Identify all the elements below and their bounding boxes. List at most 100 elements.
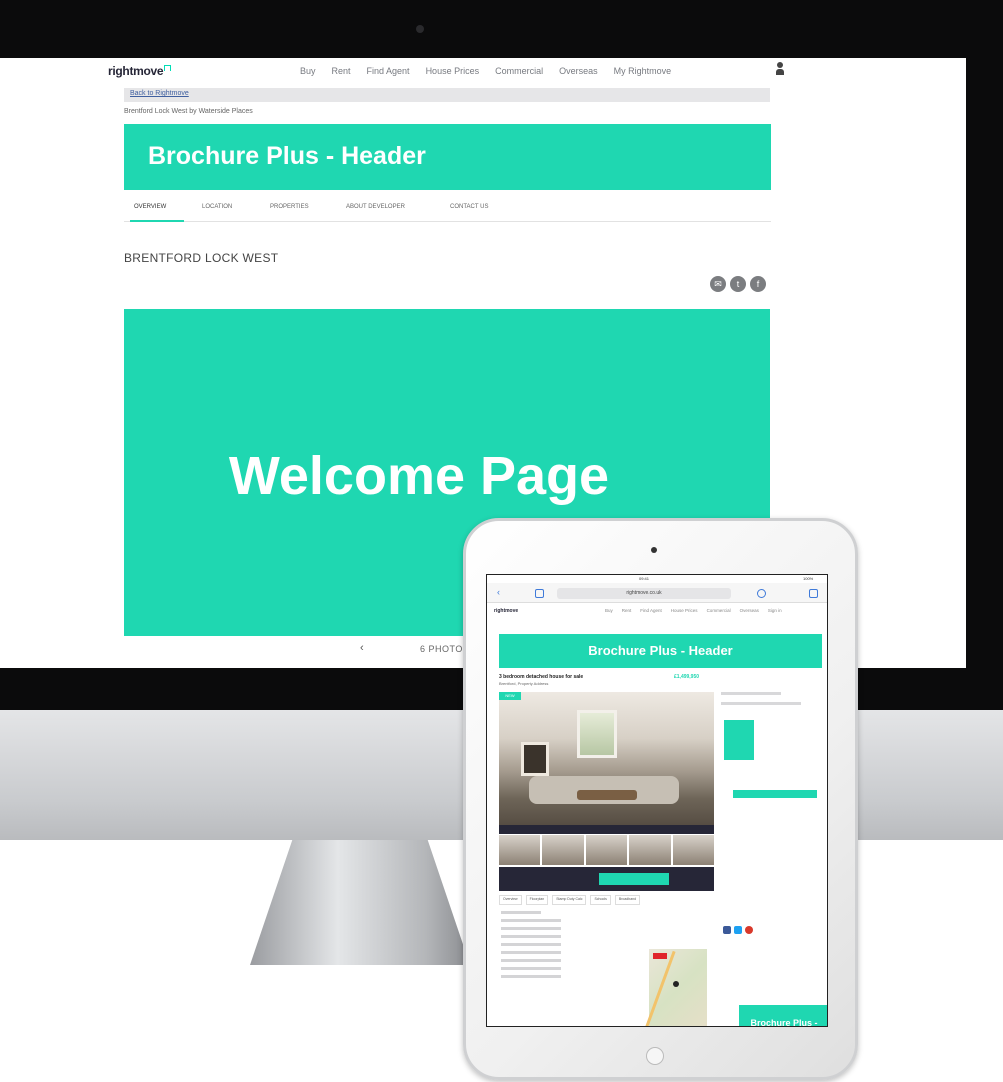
listing-price: £1,499,950 (674, 674, 700, 680)
key-features (501, 911, 641, 1026)
tablet-tab-stamp-duty[interactable]: Stamp Duty Calc (552, 895, 587, 905)
tabs-icon[interactable] (809, 589, 818, 598)
tablet-nav-sign-in[interactable]: Sign in (768, 608, 782, 613)
listing-title: 3 bedroom detached house for sale (499, 674, 584, 680)
thumbnail[interactable] (629, 835, 671, 865)
map-label (653, 953, 667, 959)
tablet-nav-buy[interactable]: Buy (605, 608, 613, 613)
bookmarks-icon[interactable] (535, 589, 544, 598)
cta-bar (499, 867, 714, 891)
facebook-icon[interactable]: f (750, 276, 766, 292)
user-icon[interactable] (776, 62, 784, 76)
tab-location[interactable]: LOCATION (202, 204, 232, 210)
listing-main-photo[interactable]: NEW (499, 692, 714, 825)
tablet-tab-floorplan[interactable]: Floorplan (525, 895, 549, 905)
feature-line (501, 935, 561, 938)
back-bar: Back to Rightmove (124, 88, 770, 102)
logo-roof-icon (164, 65, 172, 71)
feature-line (501, 975, 561, 978)
tab-contact-us[interactable]: CONTACT US (450, 204, 488, 210)
new-tag: NEW (499, 692, 521, 700)
nav-find-agent[interactable]: Find Agent (367, 66, 410, 76)
mid-page-advert[interactable]: Brochure Plus - Mid Page Advert (739, 1005, 827, 1027)
logo-text: rightmove (108, 64, 164, 78)
pinterest-icon[interactable] (745, 926, 753, 934)
tab-properties[interactable]: PROPERTIES (270, 204, 309, 210)
nav-commercial[interactable]: Commercial (495, 66, 543, 76)
tablet-nav-rent[interactable]: Rent (622, 608, 632, 613)
back-link[interactable]: Back to Rightmove (130, 90, 189, 97)
chevron-left-icon[interactable]: ‹ (360, 642, 364, 654)
tab-about-developer[interactable]: ABOUT DEVELOPER (346, 204, 405, 210)
thumbnail[interactable] (585, 835, 628, 865)
facebook-icon[interactable] (723, 926, 731, 934)
tablet-screen: 09:41 100% ‹ rightmove.co.uk rightmove B… (486, 574, 828, 1027)
rightmove-logo[interactable]: rightmove (108, 64, 172, 78)
status-time: 09:41 (639, 576, 650, 581)
url-field[interactable]: rightmove.co.uk (557, 588, 731, 599)
nav-items: Buy Rent Find Agent House Prices Commerc… (300, 66, 671, 76)
location-map[interactable] (645, 949, 707, 1026)
tablet-header-banner: Brochure Plus - Header (499, 634, 822, 668)
map-road (645, 950, 676, 1026)
header-banner: Brochure Plus - Header (124, 124, 771, 190)
feature-line (501, 959, 561, 962)
email-icon[interactable]: ✉ (710, 276, 726, 292)
stage: rightmove Buy Rent Find Agent House Pric… (0, 0, 1003, 1082)
nav-my-rightmove[interactable]: My Rightmove (614, 66, 672, 76)
photo-thumbnails (499, 835, 715, 865)
nav-rent[interactable]: Rent (332, 66, 351, 76)
feature-line (501, 927, 561, 930)
tablet-nav-items: Buy Rent Find Agent House Prices Commerc… (605, 608, 782, 613)
feature-line (501, 951, 561, 954)
thumbnail[interactable] (672, 835, 715, 865)
thumbnail[interactable] (499, 835, 541, 865)
request-details-button[interactable] (733, 790, 817, 798)
advert-text: Brochure Plus - Mid Page Advert (750, 1018, 818, 1027)
listing-address: Brentford, Property Address (499, 681, 549, 686)
share-icon[interactable] (757, 589, 766, 598)
thumbnail[interactable] (542, 835, 584, 865)
twitter-icon[interactable] (734, 926, 742, 934)
feature-line (501, 919, 561, 922)
tablet-site-nav: rightmove Buy Rent Find Agent House Pric… (487, 605, 827, 617)
cta-button[interactable] (599, 873, 669, 885)
ipad-camera-icon (651, 547, 657, 553)
nav-house-prices[interactable]: House Prices (426, 66, 480, 76)
photo-fireplace (521, 742, 549, 776)
nav-buy[interactable]: Buy (300, 66, 316, 76)
tablet-nav-find-agent[interactable]: Find Agent (640, 608, 662, 613)
tablet-nav-house-prices[interactable]: House Prices (671, 608, 698, 613)
feature-line (501, 967, 561, 970)
agent-logo[interactable] (724, 720, 754, 760)
photo-window (577, 710, 617, 758)
tablet-rightmove-logo[interactable]: rightmove (494, 608, 518, 614)
tablet-nav-commercial[interactable]: Commercial (707, 608, 731, 613)
tab-bar: OVERVIEW LOCATION PROPERTIES ABOUT DEVEL… (124, 198, 771, 222)
home-button-icon[interactable] (646, 1047, 664, 1065)
feature-line (501, 943, 561, 946)
user-icon-body (776, 69, 784, 75)
breadcrumb: Brentford Lock West by Waterside Places (124, 108, 253, 115)
sidebar-line (721, 692, 781, 695)
tablet-tab-broadband[interactable]: Broadband (614, 895, 641, 905)
status-bar: 09:41 100% (487, 575, 827, 583)
tab-overview[interactable]: OVERVIEW (134, 204, 166, 210)
ipad-frame: 09:41 100% ‹ rightmove.co.uk rightmove B… (463, 518, 858, 1080)
tablet-tab-overview[interactable]: Overview (499, 895, 522, 905)
site-nav: rightmove Buy Rent Find Agent House Pric… (0, 58, 966, 88)
hero-title: Welcome Page (228, 446, 610, 506)
development-title: BRENTFORD LOCK WEST (124, 251, 279, 265)
header-title: Brochure Plus - Header (148, 142, 426, 170)
back-arrow-icon[interactable]: ‹ (497, 587, 506, 597)
active-tab-indicator (130, 220, 184, 222)
camera-icon (416, 25, 424, 33)
photo-toolbar (499, 825, 714, 834)
imac-stand (250, 835, 470, 965)
tablet-tab-schools[interactable]: Schools (590, 895, 611, 905)
nav-overseas[interactable]: Overseas (559, 66, 598, 76)
tablet-nav-overseas[interactable]: Overseas (740, 608, 759, 613)
twitter-icon[interactable]: t (730, 276, 746, 292)
photo-table (577, 790, 637, 800)
feature-heading (501, 911, 541, 914)
